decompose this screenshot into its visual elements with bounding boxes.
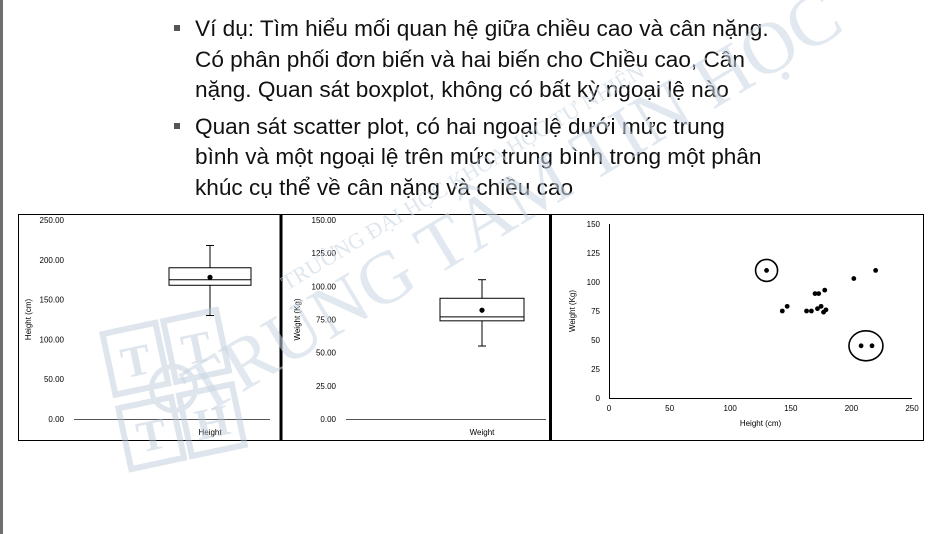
scatter-point: [869, 343, 875, 349]
y-tick-label: 0.00: [48, 415, 64, 424]
scatter-point: [858, 343, 864, 349]
y-tick-label: 0.00: [320, 415, 336, 424]
bullet-item: Ví dụ: Tìm hiểu mối quan hệ giữa chiều c…: [170, 14, 910, 106]
bullet-line: Có phân phối đơn biến và hai biến cho Ch…: [195, 46, 745, 72]
scatter-point: [873, 268, 879, 273]
y-axis-title: Weight (Kg): [293, 298, 302, 340]
bullet-text: Quan sát scatter plot, có hai ngoại lệ d…: [195, 112, 910, 204]
weight-boxplot-panel: 0.00 25.00 50.00 75.00 100.00 125.00 150.00 Wei…: [282, 214, 549, 440]
bullet-line: khúc cụ thể về cân nặng và chiều cao: [195, 174, 574, 200]
y-tick-label: 200.00: [40, 256, 65, 265]
y-tick-label: 25.00: [316, 382, 337, 391]
scatter-point: [851, 276, 857, 281]
y-tick-label: 150: [587, 220, 601, 229]
x-tick-label: 0: [607, 404, 612, 413]
y-tick-label: 75.00: [316, 316, 337, 325]
y-tick-label: 100: [587, 278, 601, 287]
x-axis-title: Height: [198, 428, 222, 437]
bullet-line: Quan sát scatter plot, có hai ngoại lệ d…: [195, 113, 725, 139]
x-axis-title: Height (cm): [740, 419, 782, 428]
bullet-marker-icon: [174, 25, 180, 31]
scatter-point: [804, 308, 809, 314]
y-tick-label: 100.00: [312, 282, 337, 291]
weight-boxplot-chart: 0.00 25.00 50.00 75.00 100.00 125.00 150.00 Wei…: [293, 216, 546, 437]
bullet-text: Ví dụ: Tìm hiểu mối quan hệ giữa chiều c…: [195, 14, 910, 106]
bullet-marker-icon: [174, 122, 180, 129]
outlier-circle: [848, 330, 884, 362]
scatter-point: [809, 308, 814, 314]
y-axis-title: Height (cm): [24, 298, 33, 340]
mean-marker: [479, 307, 485, 313]
y-tick-label: 150.00: [40, 296, 65, 305]
y-tick-label: 25: [591, 365, 600, 374]
bullet-line: bình và một ngoại lệ trên mức trung bình…: [195, 144, 762, 169]
y-tick-label: 250.00: [40, 216, 65, 225]
x-tick-label: 150: [784, 404, 798, 413]
y-tick-label: 125.00: [312, 249, 337, 258]
y-tick-label: 50: [591, 336, 600, 345]
x-axis-title: Weight: [470, 428, 496, 437]
height-weight-scatter-chart: 0 50 100 150 200 2500255075100125150Height (c…: [568, 220, 919, 428]
scatter-point: [821, 309, 826, 315]
bullet-list: Ví dụ: Tìm hiểu mối quan hệ giữa chiều c…: [170, 14, 910, 209]
x-tick-label: 250: [905, 404, 919, 413]
y-tick-label: 50.00: [316, 349, 337, 358]
scatter-point: [784, 303, 790, 309]
y-tick-label: 100.00: [40, 335, 65, 344]
slide: Ví dụ: Tìm hiểu mối quan hệ giữa chiều c…: [0, 0, 938, 534]
y-axis-title: Weight (Kg): [568, 290, 577, 332]
x-tick-label: 100: [724, 404, 738, 413]
height-boxplot-panel: 0.00 50.00 100.00 150.00 200.00 250.00 Height …: [18, 214, 280, 440]
y-tick-label: 50.00: [44, 375, 65, 384]
height-boxplot-chart: 0.00 50.00 100.00 150.00 200.00 250.00 Height …: [24, 216, 270, 437]
left-border: [0, 0, 3, 534]
scatter-point: [818, 303, 824, 309]
x-tick-label: 50: [665, 404, 674, 413]
y-tick-label: 125: [587, 249, 601, 258]
y-tick-label: 150.00: [312, 216, 337, 225]
scatter-point: [764, 268, 769, 273]
mean-marker: [207, 274, 213, 280]
bullet-line: nặng. Quan sát boxplot, không có bất kỳ …: [195, 77, 729, 102]
scatter-point: [779, 308, 785, 314]
bullet-line: Ví dụ: Tìm hiểu mối quan hệ giữa chiều c…: [195, 16, 769, 41]
y-tick-label: 0: [596, 394, 601, 403]
y-tick-label: 75: [591, 307, 600, 316]
scatter-point: [822, 287, 828, 293]
scatter-point: [816, 291, 822, 296]
bullet-item: Quan sát scatter plot, có hai ngoại lệ d…: [170, 112, 910, 204]
scatter-plot-panel: 0 50 100 150 200 250 0 25 50 75 100 125 150 Height (c…: [552, 214, 924, 440]
x-tick-label: 200: [845, 404, 859, 413]
